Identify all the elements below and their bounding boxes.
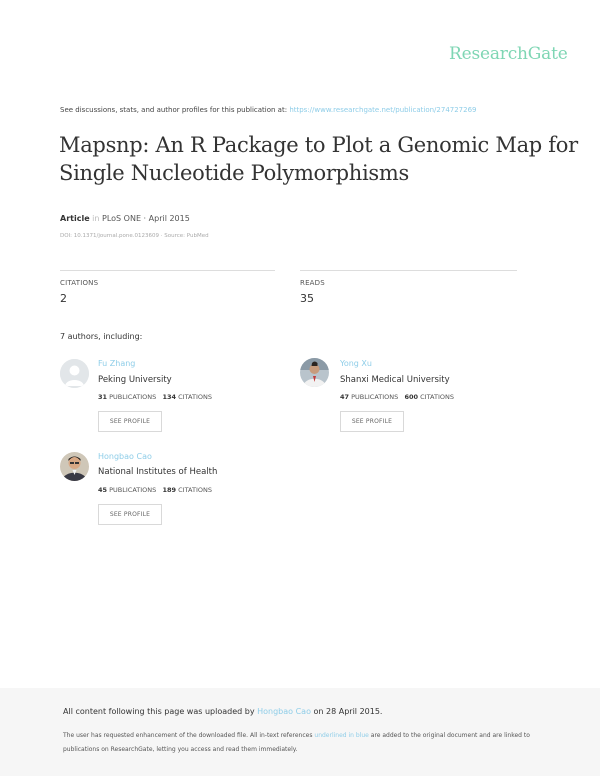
- paper-title: Mapsnp: An R Package to Plot a Genomic M…: [59, 131, 578, 187]
- reads-label: READS: [300, 279, 325, 287]
- upload-prefix: All content following this page was uplo…: [63, 707, 258, 716]
- see-profile-button[interactable]: SEE PROFILE: [340, 411, 404, 432]
- author-name[interactable]: Fu Zhang: [98, 359, 135, 368]
- citations-label: CITATIONS: [178, 393, 212, 401]
- uploader-link[interactable]: Hongbao Cao: [257, 707, 311, 716]
- researchgate-logo[interactable]: ResearchGate: [449, 44, 568, 64]
- author-institution: National Institutes of Health: [98, 467, 218, 477]
- citations-label: CITATIONS: [60, 279, 99, 287]
- citations-count: 189: [162, 486, 177, 494]
- author-photo-icon: [60, 452, 89, 481]
- upload-note: All content following this page was uplo…: [63, 707, 382, 716]
- default-avatar-icon: [60, 359, 89, 388]
- title-line-2: Single Nucleotide Polymorphisms: [59, 161, 409, 185]
- publications-count: 47: [340, 393, 350, 401]
- author-name[interactable]: Hongbao Cao: [98, 452, 152, 461]
- citations-divider: [60, 270, 275, 271]
- citations-count: 600: [404, 393, 419, 401]
- paper-type: Article: [60, 214, 90, 223]
- author-institution: Shanxi Medical University: [340, 375, 450, 385]
- avatar[interactable]: [60, 452, 89, 481]
- author-stats: 47 PUBLICATIONS 600 CITATIONS: [340, 393, 454, 401]
- citations-label: CITATIONS: [178, 486, 212, 494]
- citations-value: 2: [60, 292, 67, 305]
- enhancement-note: The user has requested enhancement of th…: [63, 729, 543, 757]
- author-stats: 45 PUBLICATIONS 189 CITATIONS: [98, 486, 212, 494]
- see-profile-button[interactable]: SEE PROFILE: [98, 411, 162, 432]
- reads-divider: [300, 270, 517, 271]
- upload-suffix: on 28 April 2015.: [310, 707, 383, 716]
- avatar[interactable]: [60, 359, 89, 388]
- discussion-text: See discussions, stats, and author profi…: [60, 106, 290, 114]
- publications-label: PUBLICATIONS: [109, 393, 157, 401]
- paper-venue: PLoS ONE · April 2015: [102, 214, 190, 223]
- publications-count: 31: [98, 393, 108, 401]
- title-line-1: Mapsnp: An R Package to Plot a Genomic M…: [59, 133, 578, 157]
- publications-label: PUBLICATIONS: [351, 393, 399, 401]
- citations-label: CITATIONS: [420, 393, 454, 401]
- author-stats: 31 PUBLICATIONS 134 CITATIONS: [98, 393, 212, 401]
- paper-in: in: [92, 214, 100, 223]
- reads-value: 35: [300, 292, 314, 305]
- authors-heading: 7 authors, including:: [60, 332, 143, 341]
- publications-count: 45: [98, 486, 108, 494]
- publication-link[interactable]: https://www.researchgate.net/publication…: [289, 106, 476, 114]
- author-name[interactable]: Yong Xu: [340, 359, 372, 368]
- see-profile-button[interactable]: SEE PROFILE: [98, 504, 162, 525]
- author-photo-icon: [300, 358, 329, 387]
- note-link[interactable]: underlined in blue: [314, 732, 368, 739]
- avatar[interactable]: [300, 358, 329, 387]
- discussion-line: See discussions, stats, and author profi…: [60, 106, 477, 114]
- author-institution: Peking University: [98, 375, 172, 385]
- citations-count: 134: [162, 393, 177, 401]
- paper-doi: DOI: 10.1371/journal.pone.0123609 · Sour…: [60, 233, 209, 239]
- note-prefix: The user has requested enhancement of th…: [63, 732, 315, 739]
- paper-meta: Article in PLoS ONE · April 2015: [60, 214, 190, 223]
- publications-label: PUBLICATIONS: [109, 486, 157, 494]
